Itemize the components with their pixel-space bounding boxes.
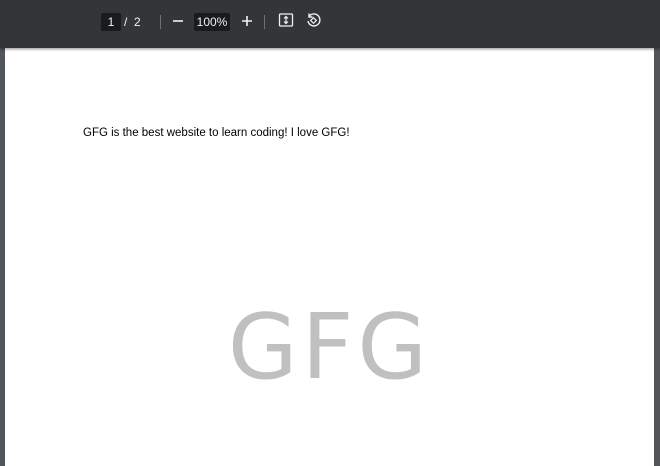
plus-icon: [240, 13, 254, 32]
pdf-viewer: 1 / 2 100% GFG is the best website to le…: [0, 0, 660, 466]
total-pages-label: 2: [134, 15, 141, 29]
current-page-input[interactable]: 1: [101, 13, 121, 31]
pdf-page: GFG is the best website to learn coding!…: [5, 48, 654, 466]
pdf-toolbar: 1 / 2 100%: [0, 0, 660, 48]
fit-to-page-icon: [278, 12, 294, 32]
document-scroll-area[interactable]: GFG is the best website to learn coding!…: [0, 48, 660, 466]
page-body-text: GFG is the best website to learn coding!…: [83, 127, 350, 139]
zoom-level-input[interactable]: 100%: [194, 13, 230, 31]
zoom-out-button[interactable]: [166, 10, 190, 34]
fit-to-page-button[interactable]: [274, 10, 298, 34]
toolbar-divider: [160, 15, 161, 29]
page-separator: /: [124, 15, 128, 29]
rotate-button[interactable]: [301, 10, 325, 34]
zoom-in-button[interactable]: [235, 10, 259, 34]
rotate-icon: [305, 12, 321, 32]
watermark-text: GFG: [227, 295, 432, 400]
minus-icon: [171, 13, 185, 32]
toolbar-divider: [264, 15, 265, 29]
